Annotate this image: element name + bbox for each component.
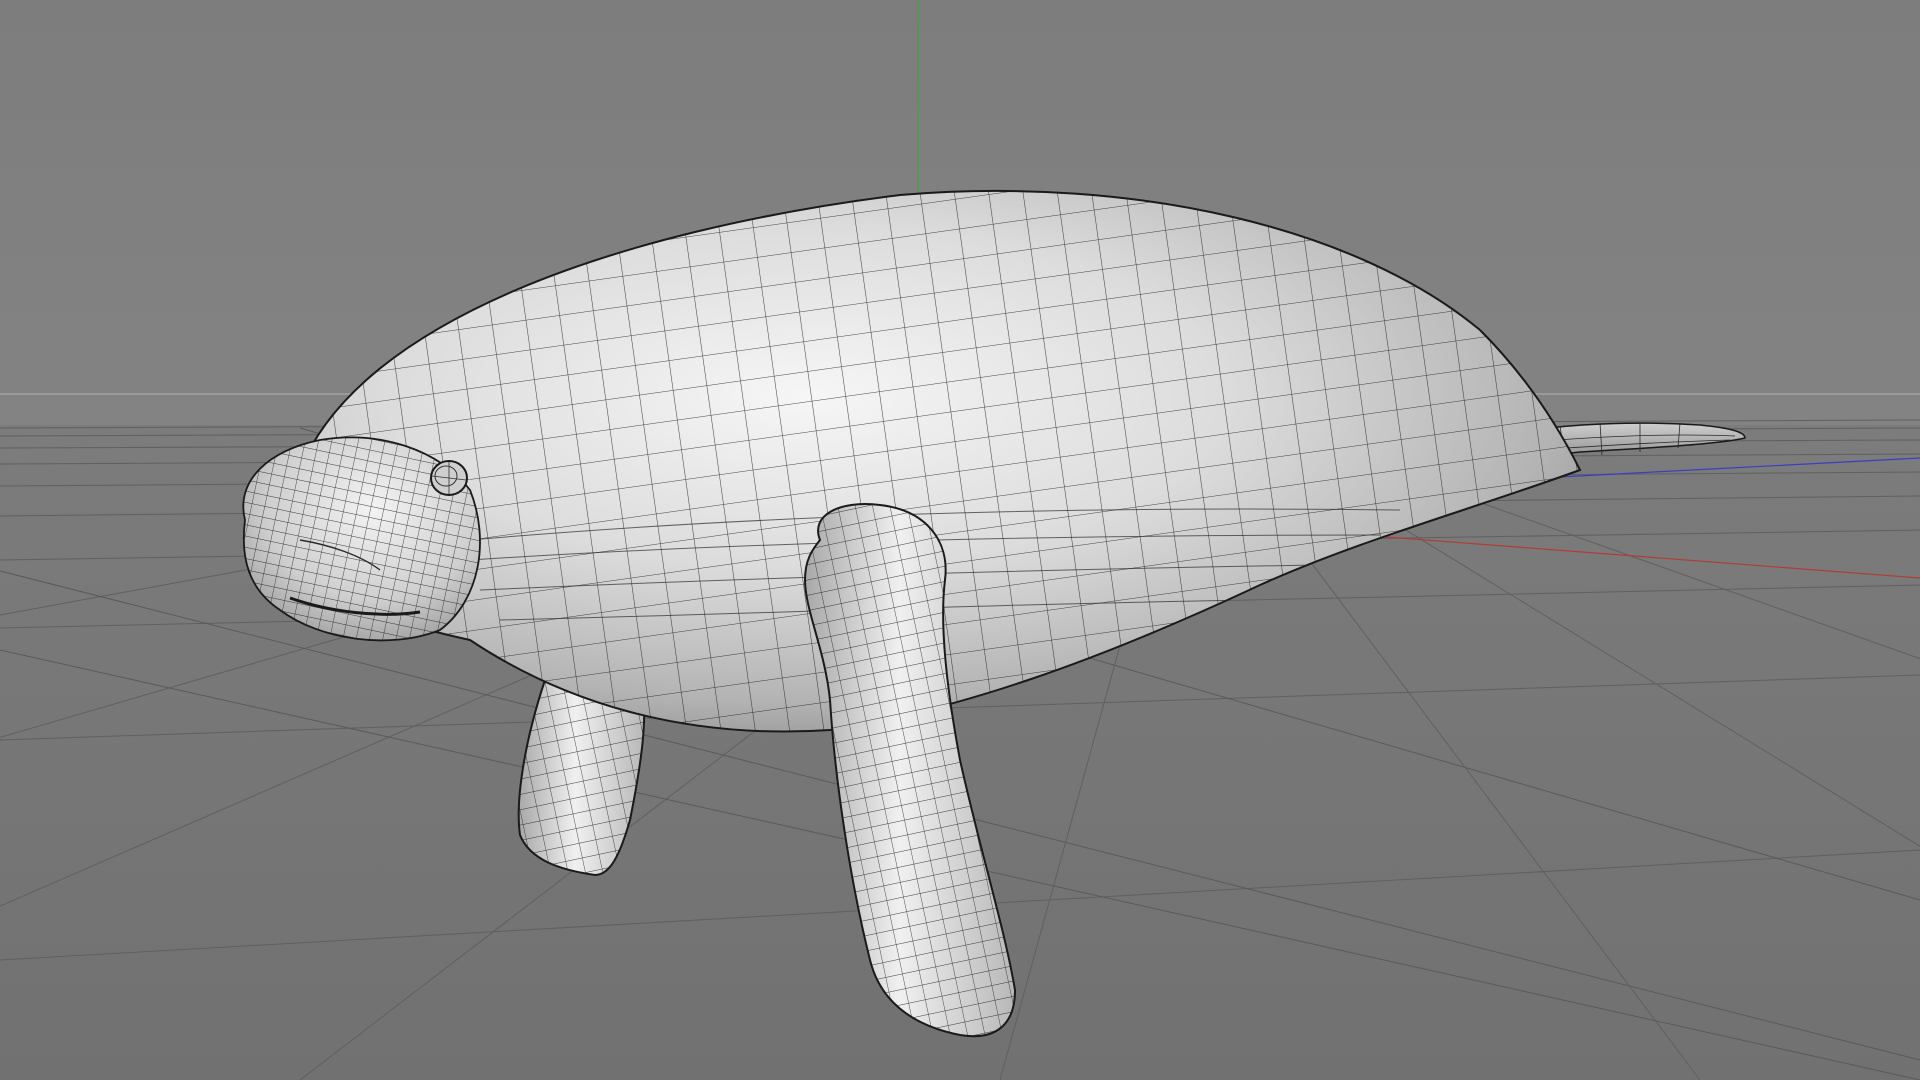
3d-viewport[interactable]	[0, 0, 1920, 1080]
eye[interactable]	[430, 460, 468, 496]
viewport-canvas[interactable]	[0, 0, 1920, 1080]
